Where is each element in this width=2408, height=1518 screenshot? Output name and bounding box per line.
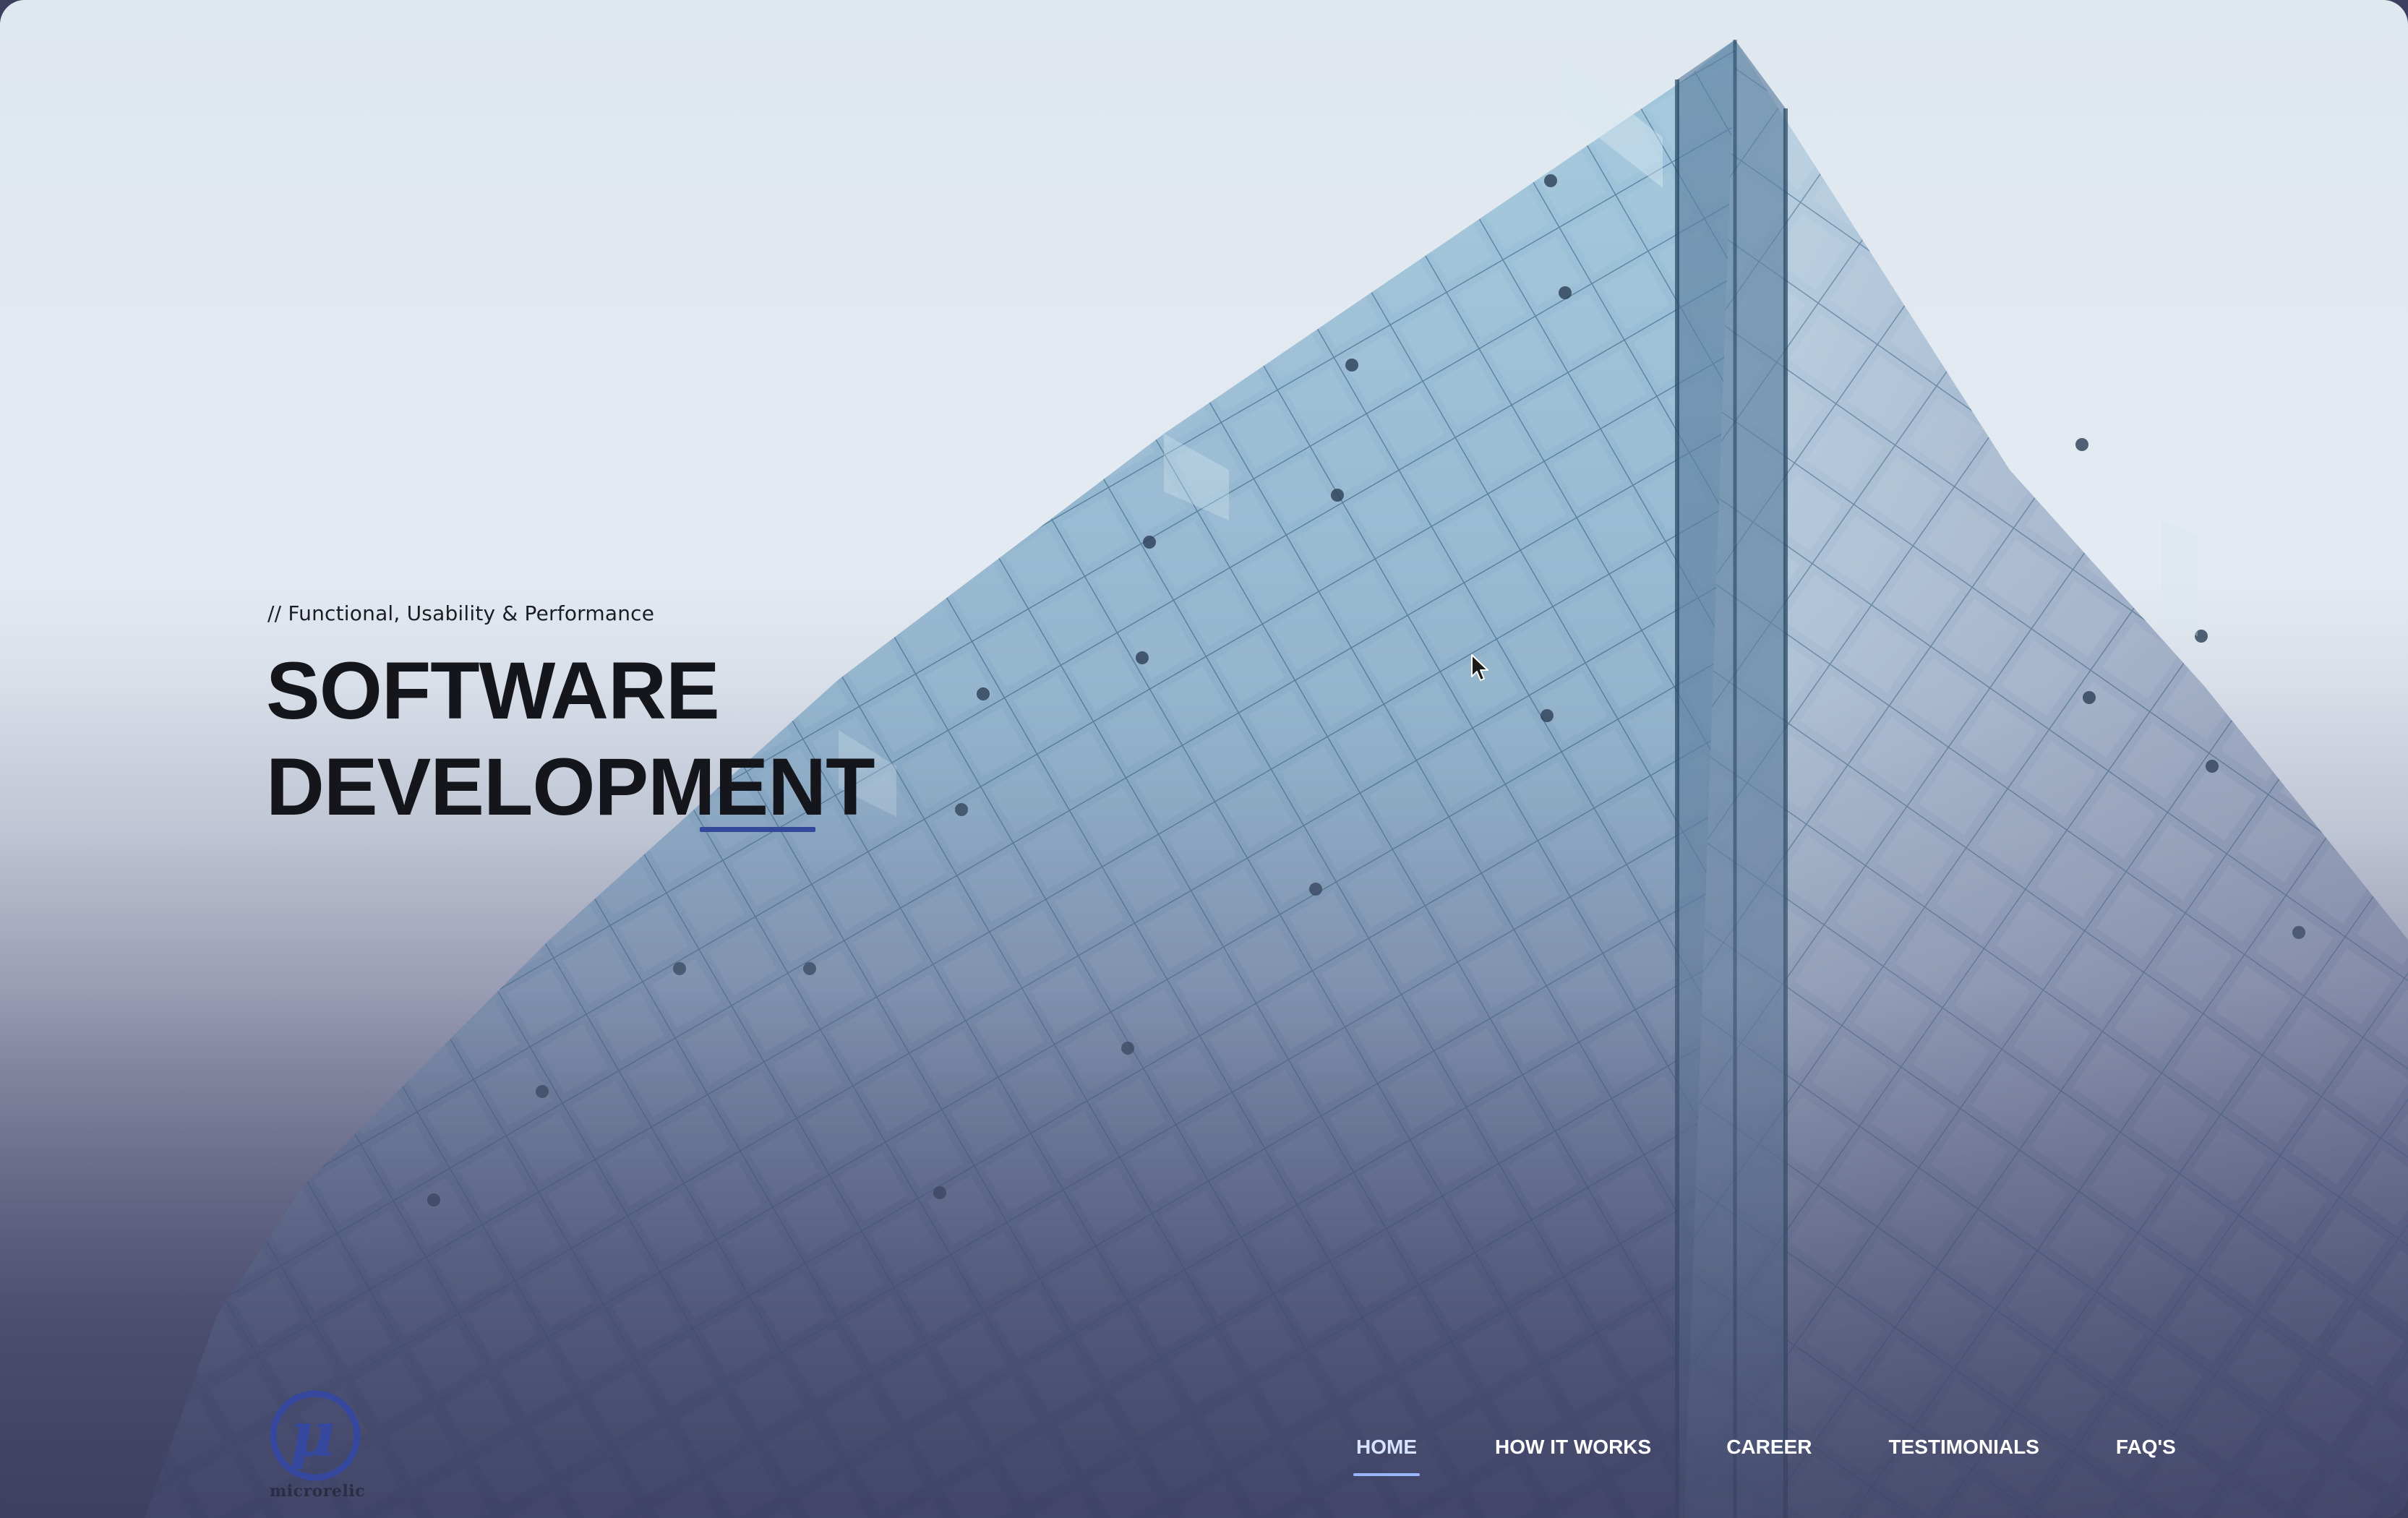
nav-item-faqs[interactable]: FAQ'S <box>2113 1433 2179 1476</box>
page: // Functional, Usability & Performance S… <box>0 0 2408 1518</box>
nav-item-how-it-works[interactable]: HOW IT WORKS <box>1492 1433 1654 1476</box>
mouse-pointer-icon <box>1471 654 1488 681</box>
brand-logo[interactable]: μ microrelic <box>269 1389 370 1505</box>
nav-item-testimonials[interactable]: TESTIMONIALS <box>1885 1433 2041 1476</box>
hero-title-line-2: DEVELOPMENT <box>266 742 875 832</box>
main-navigation: HOME HOW IT WORKS CAREER TESTIMONIALS FA… <box>1353 1433 2179 1476</box>
hero-title-line-1: SOFTWARE <box>266 646 720 736</box>
nav-item-career[interactable]: CAREER <box>1723 1433 1814 1476</box>
hero-section: // Functional, Usability & Performance S… <box>266 601 989 835</box>
nav-item-home[interactable]: HOME <box>1353 1433 1420 1476</box>
mu-logo-icon: μ <box>270 1390 361 1481</box>
brand-name: microrelic <box>270 1482 365 1501</box>
svg-text:μ: μ <box>290 1398 335 1471</box>
hero-tagline: // Functional, Usability & Performance <box>267 601 655 625</box>
hero-title-underline <box>700 827 815 832</box>
